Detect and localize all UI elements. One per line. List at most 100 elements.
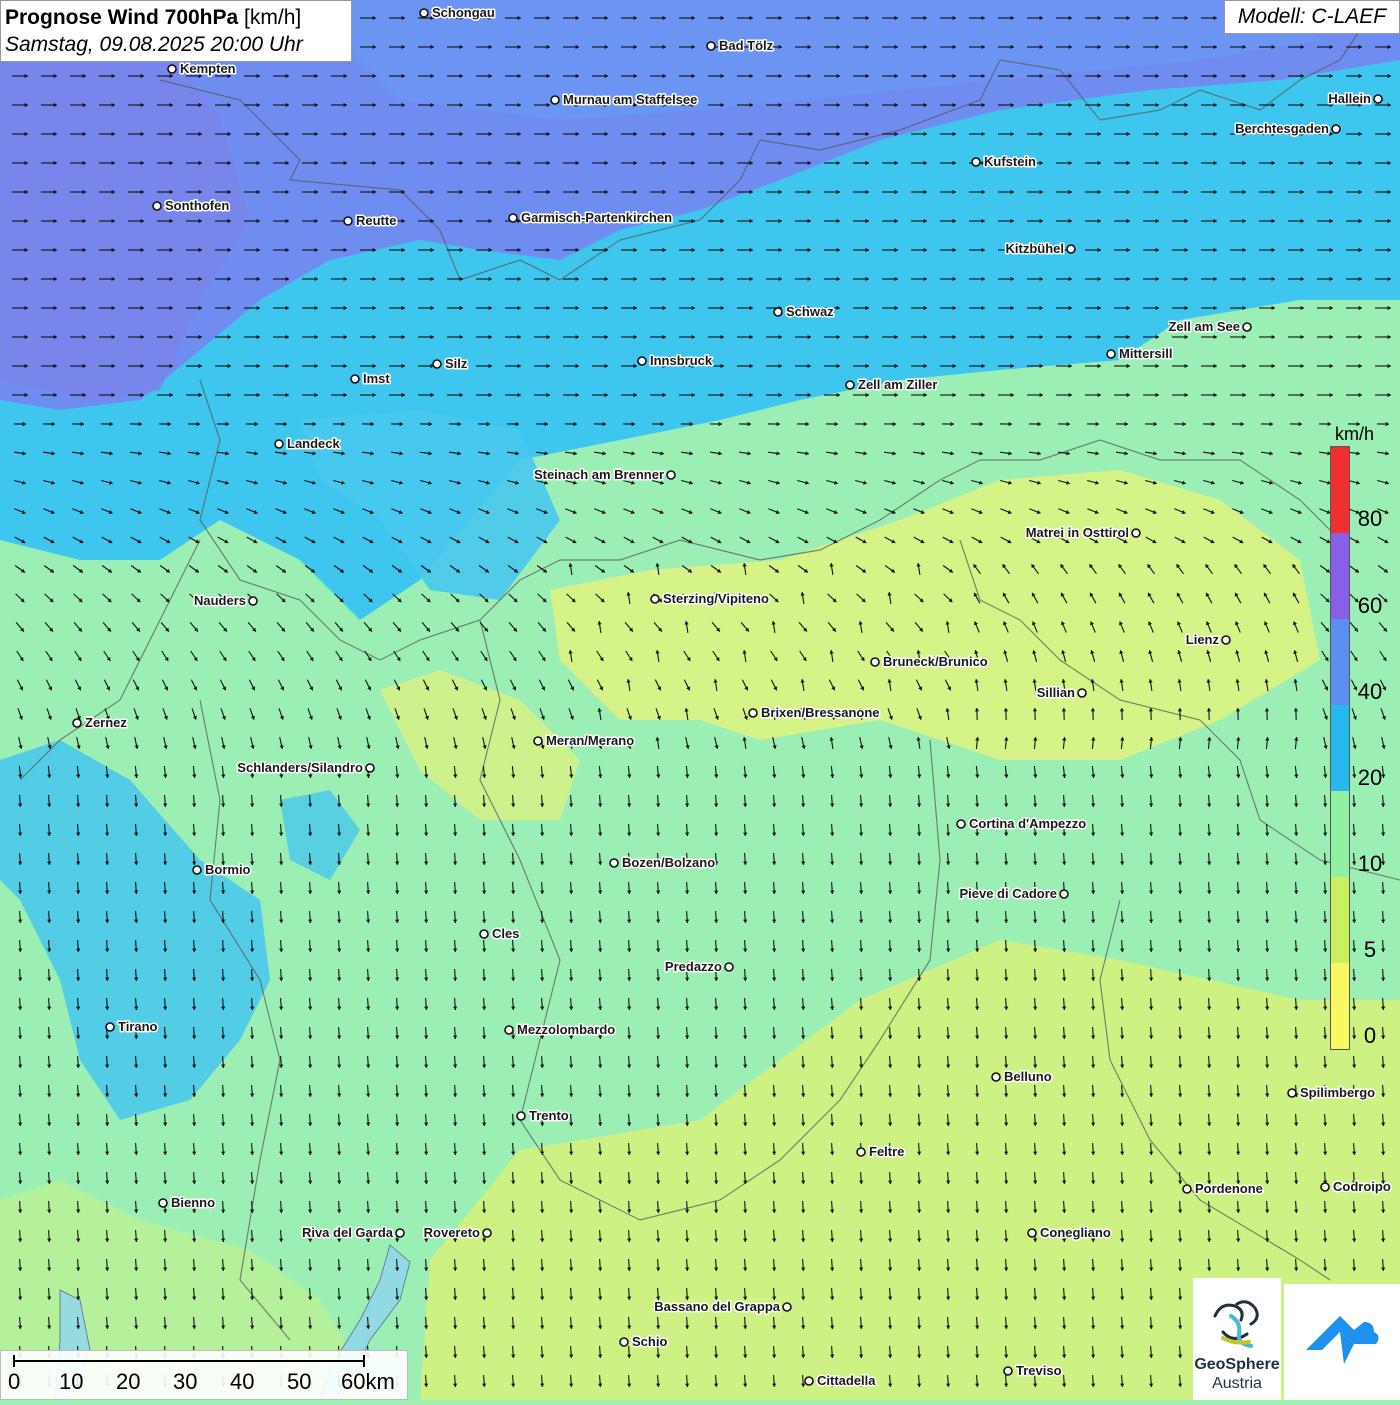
city-marker: Bassano del Grappa xyxy=(654,1299,791,1314)
city-marker: Bruneck/Brunico xyxy=(871,654,988,669)
city-marker: Zell am Ziller xyxy=(846,377,937,392)
scale-label-50: 50 xyxy=(287,1369,311,1395)
city-label: Brixen/Bressanone xyxy=(761,705,880,720)
city-label: Lienz xyxy=(1186,632,1220,647)
city-dot xyxy=(509,214,517,222)
city-label: Sillian xyxy=(1037,685,1075,700)
city-dot xyxy=(1028,1229,1036,1237)
city-label: Trento xyxy=(529,1108,569,1123)
city-label: Schwaz xyxy=(786,304,834,319)
city-dot xyxy=(774,308,782,316)
geosphere-logo[interactable]: GeoSphere Austria xyxy=(1193,1278,1281,1400)
city-dot xyxy=(505,1026,513,1034)
city-marker: Bozen/Bolzano xyxy=(610,855,715,870)
geosphere-name: GeoSphere xyxy=(1193,1356,1281,1374)
wind-map: SchongauBad TölzKemptenMurnau am Staffel… xyxy=(0,0,1400,1400)
city-marker: Pieve di Cadore xyxy=(959,886,1068,901)
scale-label-10: 10 xyxy=(59,1369,83,1395)
city-marker: Matrei in Osttirol xyxy=(1026,525,1140,540)
scale-label-0: 0 xyxy=(8,1369,20,1395)
city-dot xyxy=(344,217,352,225)
legend-seg-80plus xyxy=(1331,447,1349,533)
city-marker: Steinach am Brenner xyxy=(534,467,675,482)
city-dot xyxy=(725,963,733,971)
city-label: Pieve di Cadore xyxy=(959,886,1057,901)
city-label: Riva del Garda xyxy=(302,1225,394,1240)
city-dot xyxy=(351,375,359,383)
forecast-datetime: Samstag, 09.08.2025 20:00 Uhr xyxy=(5,31,347,58)
scale-bar-line xyxy=(1,1351,409,1371)
city-dot xyxy=(420,9,428,17)
city-dot xyxy=(73,719,81,727)
city-dot xyxy=(620,1338,628,1346)
scale-label-60km: 60km xyxy=(341,1369,395,1395)
city-dot xyxy=(1183,1185,1191,1193)
title-main: Prognose Wind 700hPa xyxy=(5,6,238,29)
city-dot xyxy=(651,595,659,603)
city-dot xyxy=(366,764,374,772)
city-label: Reutte xyxy=(356,213,396,228)
city-dot xyxy=(1107,350,1115,358)
city-label: Sonthofen xyxy=(165,198,229,213)
city-dot xyxy=(433,360,441,368)
city-dot xyxy=(1078,689,1086,697)
city-dot xyxy=(783,1303,791,1311)
city-marker: Conegliano xyxy=(1028,1225,1111,1240)
city-dot xyxy=(534,737,542,745)
scale-label-40: 40 xyxy=(230,1369,254,1395)
legend-seg-10-20 xyxy=(1331,791,1349,877)
legend-seg-60-80 xyxy=(1331,533,1349,619)
legend-label-10: 10 xyxy=(1350,851,1390,877)
mountain-cloud-icon xyxy=(1284,1284,1400,1400)
city-dot xyxy=(275,440,283,448)
scale-bar: 0 10 20 30 40 50 60km xyxy=(0,1350,408,1400)
city-marker: Spilimbergo xyxy=(1288,1085,1375,1100)
city-label: Kufstein xyxy=(984,154,1036,169)
city-dot xyxy=(153,202,161,210)
legend-seg-20-40 xyxy=(1331,705,1349,791)
legend-label-40: 40 xyxy=(1350,679,1390,705)
city-dot xyxy=(1067,245,1075,253)
city-label: Zell am Ziller xyxy=(858,377,937,392)
city-dot xyxy=(957,820,965,828)
city-dot xyxy=(1132,529,1140,537)
city-label: Landeck xyxy=(287,436,341,451)
city-dot xyxy=(1288,1089,1296,1097)
city-label: Feltre xyxy=(869,1144,904,1159)
city-dot xyxy=(871,658,879,666)
legend-label-0: 0 xyxy=(1350,1023,1390,1049)
city-label: Kempten xyxy=(180,61,236,76)
city-marker: Sonthofen xyxy=(153,198,229,213)
map-title: Prognose Wind 700hPa [km/h] xyxy=(5,4,347,31)
city-marker: Cortina d'Ampezzo xyxy=(957,816,1086,831)
legend-seg-0-5 xyxy=(1331,963,1349,1049)
city-label: Zell am See xyxy=(1168,319,1240,334)
city-dot xyxy=(805,1377,813,1385)
city-dot xyxy=(1332,125,1340,133)
city-dot xyxy=(1060,890,1068,898)
geosphere-country: Austria xyxy=(1193,1375,1281,1393)
city-dot xyxy=(483,1229,491,1237)
city-dot xyxy=(1374,95,1382,103)
city-label: Matrei in Osttirol xyxy=(1026,525,1129,540)
city-label: Cles xyxy=(492,926,519,941)
city-dot xyxy=(106,1023,114,1031)
title-box: Prognose Wind 700hPa [km/h] Samstag, 09.… xyxy=(0,0,352,62)
legend-unit: km/h xyxy=(1335,424,1374,445)
city-label: Berchtesgaden xyxy=(1235,121,1329,136)
city-marker: Sterzing/Vipiteno xyxy=(651,591,769,606)
partner-logo[interactable] xyxy=(1284,1284,1400,1400)
city-dot xyxy=(638,357,646,365)
legend-label-80: 80 xyxy=(1350,506,1390,532)
city-label: Meran/Merano xyxy=(546,733,634,748)
city-label: Predazzo xyxy=(665,959,722,974)
scale-label-30: 30 xyxy=(173,1369,197,1395)
city-label: Silz xyxy=(445,356,468,371)
city-dot xyxy=(992,1073,1000,1081)
city-marker: Mezzolombardo xyxy=(505,1022,615,1037)
city-label: Steinach am Brenner xyxy=(534,467,664,482)
city-marker: Garmisch-Partenkirchen xyxy=(509,210,672,225)
city-dot xyxy=(610,859,618,867)
city-label: Bormio xyxy=(205,862,251,877)
city-marker: Zell am See xyxy=(1168,319,1251,334)
